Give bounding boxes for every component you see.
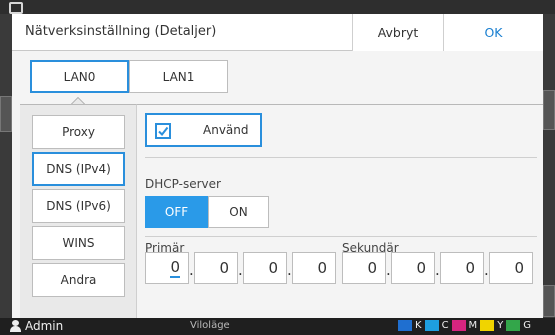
secondary-dns-octet-3[interactable]: 0 <box>440 252 484 284</box>
sidebar-item-dns-ipv6[interactable]: DNS (IPv6) <box>32 189 125 223</box>
toner-y-label: Y <box>497 320 504 331</box>
sidebar-item-andra[interactable]: Andra <box>32 263 125 297</box>
octet-value: 0 <box>219 259 229 277</box>
secondary-dns-octet-4[interactable]: 0 <box>489 252 533 284</box>
octet-value: 0 <box>465 259 475 277</box>
octet-value: 0 <box>367 259 377 277</box>
dialog-titlebar: Nätverksinställning (Detaljer) Avbryt OK <box>12 14 543 51</box>
toner-k-swatch <box>398 320 412 331</box>
checkbox-checked-icon <box>155 123 171 139</box>
dhcp-on-button[interactable]: ON <box>208 196 269 228</box>
toner-m-label: M <box>468 320 478 331</box>
lan-tabs: LAN0 LAN1 <box>12 52 543 105</box>
user-icon <box>10 320 21 332</box>
octet-value: 0 <box>416 259 426 277</box>
divider <box>145 157 537 158</box>
primary-dns-octet-3[interactable]: 0 <box>243 252 287 284</box>
background-side-tab <box>0 96 12 132</box>
toner-m-swatch <box>451 320 466 331</box>
status-bar: Admin Viloläge K C M Y G <box>0 318 555 335</box>
tab-lan1[interactable]: LAN1 <box>129 60 228 93</box>
octet-value: 0 <box>514 259 524 277</box>
use-checkbox-button[interactable]: Använd <box>145 113 262 147</box>
background-side-tab <box>543 90 555 130</box>
toner-levels: K C M Y G <box>398 320 531 331</box>
toner-g-label: G <box>523 320 532 331</box>
toner-c-label: C <box>441 320 449 331</box>
background-side-tab <box>543 285 555 317</box>
use-label: Använd <box>203 123 249 137</box>
network-settings-dialog: Nätverksinställning (Detaljer) Avbryt OK… <box>12 14 543 318</box>
primary-dns-octet-2[interactable]: 0 <box>194 252 238 284</box>
sidebar-item-wins[interactable]: WINS <box>32 226 125 260</box>
user-name: Admin <box>25 319 64 333</box>
tab-lan0[interactable]: LAN0 <box>30 60 129 93</box>
dhcp-server-label: DHCP-server <box>145 177 221 191</box>
status-user[interactable]: Admin <box>10 319 63 333</box>
secondary-dns-octet-2[interactable]: 0 <box>391 252 435 284</box>
cancel-button[interactable]: Avbryt <box>352 14 443 51</box>
ok-button[interactable]: OK <box>443 14 543 51</box>
octet-value: 0 <box>268 259 278 277</box>
sidebar-item-proxy[interactable]: Proxy <box>32 115 125 149</box>
primary-dns-octet-1[interactable]: 0 <box>145 252 189 284</box>
divider <box>145 236 537 237</box>
dns-settings-panel: Använd DHCP-server OFF ON Primär 0 . 0 .… <box>136 104 543 318</box>
sidebar-item-dns-ipv4[interactable]: DNS (IPv4) <box>32 152 125 186</box>
octet-value: 0 <box>317 259 327 277</box>
toner-c-swatch <box>424 320 439 331</box>
home-icon <box>9 2 23 14</box>
toner-g-swatch <box>506 320 521 331</box>
octet-value: 0 <box>170 258 180 278</box>
dhcp-off-button[interactable]: OFF <box>145 196 208 228</box>
toner-k-label: K <box>415 320 422 331</box>
primary-dns-octet-4[interactable]: 0 <box>292 252 336 284</box>
toner-y-swatch <box>480 320 495 331</box>
status-mode: Viloläge <box>190 320 230 331</box>
dialog-title: Nätverksinställning (Detaljer) <box>25 24 217 39</box>
settings-sidebar: Proxy DNS (IPv4) DNS (IPv6) WINS Andra <box>20 104 136 318</box>
secondary-dns-octet-1[interactable]: 0 <box>342 252 386 284</box>
background-top-bar <box>0 0 555 14</box>
